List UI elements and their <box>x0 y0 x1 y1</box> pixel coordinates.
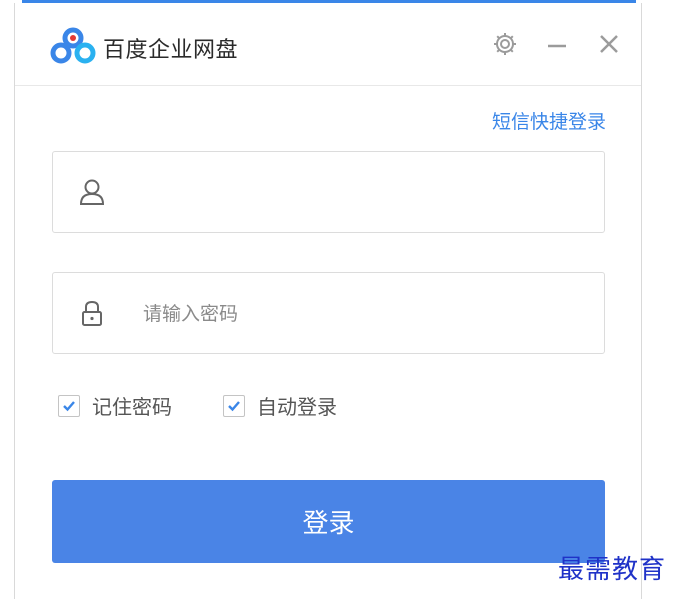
minimize-icon <box>548 44 566 48</box>
title-bar: 百度企业网盘 <box>15 3 641 86</box>
login-window: 百度企业网盘 短信快捷登录 记住密码 自动登录 登录 <box>14 3 642 599</box>
user-icon <box>79 179 105 205</box>
checkmark-icon <box>228 400 240 411</box>
remember-password-box[interactable] <box>58 394 80 417</box>
checkmark-icon <box>63 400 75 411</box>
close-button[interactable] <box>596 31 622 57</box>
username-field <box>52 151 605 233</box>
sms-login-link[interactable]: 短信快捷登录 <box>492 107 606 134</box>
baidu-netdisk-logo <box>50 27 96 64</box>
auto-login-checkbox[interactable]: 自动登录 <box>223 391 337 420</box>
gear-icon <box>494 33 516 55</box>
watermark-text: 最需教育 <box>558 555 667 585</box>
close-icon <box>600 35 618 53</box>
minimize-button[interactable] <box>544 31 570 57</box>
auto-login-box[interactable] <box>223 394 245 417</box>
username-input[interactable] <box>141 172 585 214</box>
login-button[interactable]: 登录 <box>52 480 605 563</box>
password-input[interactable] <box>141 293 585 335</box>
settings-button[interactable] <box>492 31 518 57</box>
auto-login-label: 自动登录 <box>257 395 337 419</box>
remember-password-checkbox[interactable]: 记住密码 <box>58 391 172 420</box>
remember-password-label: 记住密码 <box>92 395 172 419</box>
lock-icon <box>82 300 102 326</box>
password-field <box>52 272 605 354</box>
app-title: 百度企业网盘 <box>103 38 239 63</box>
